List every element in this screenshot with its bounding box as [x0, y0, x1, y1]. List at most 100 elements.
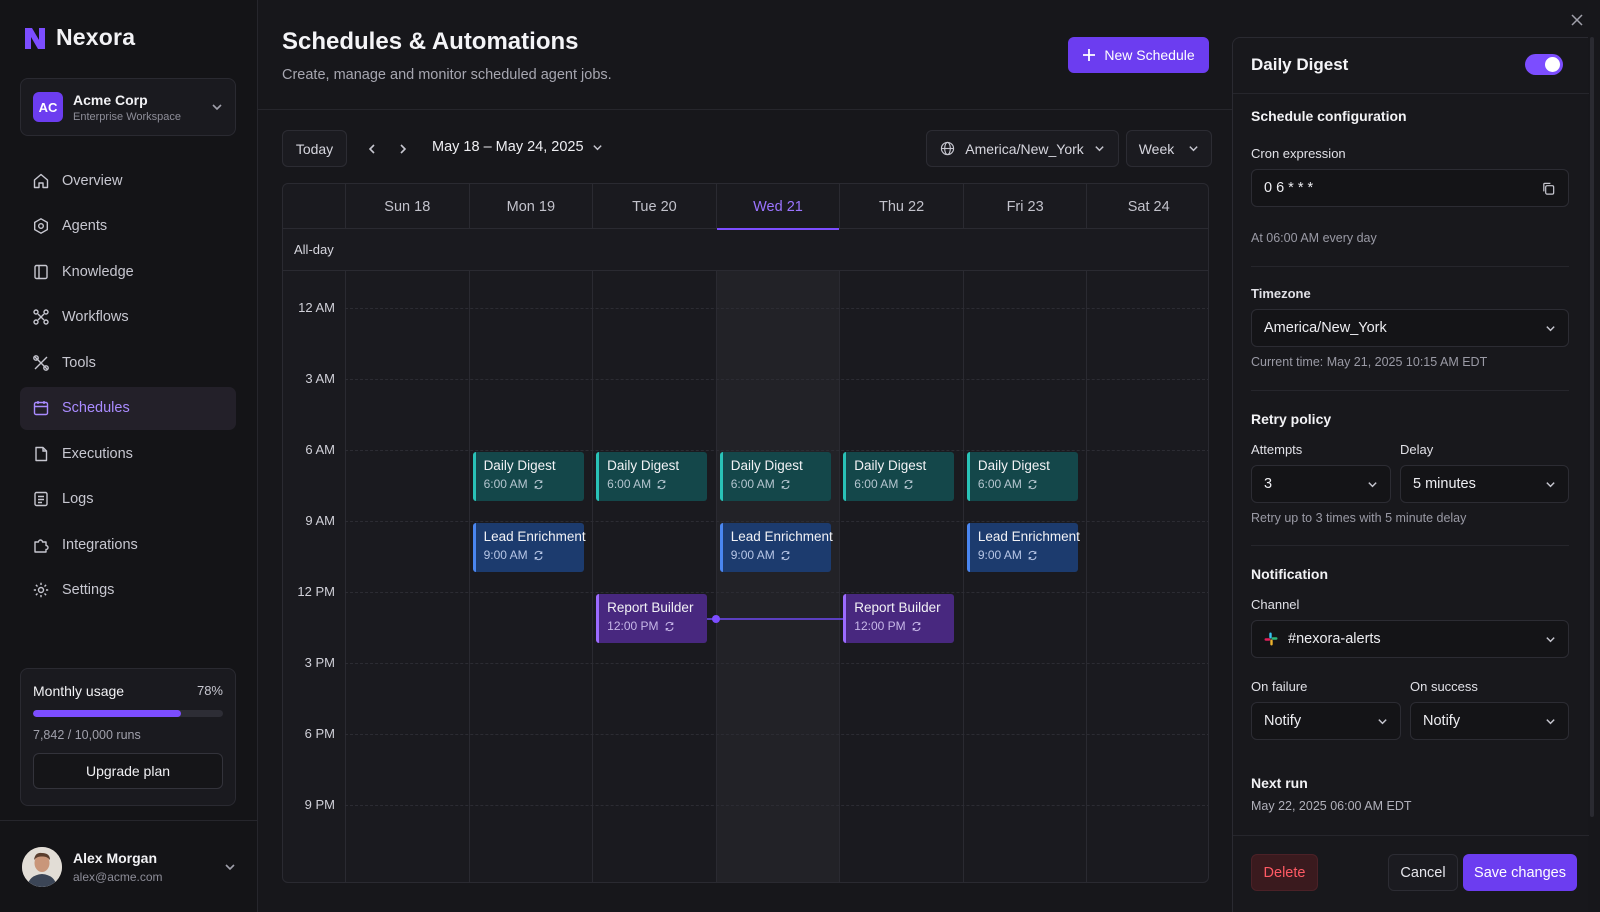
- event-title: Daily Digest: [854, 458, 927, 473]
- schedule-event[interactable]: Daily Digest 6:00 AM: [596, 452, 708, 501]
- user-menu[interactable]: Alex Morgan alex@acme.com: [0, 820, 258, 912]
- connector-dot: [711, 615, 720, 623]
- new-schedule-label: New Schedule: [1104, 47, 1195, 63]
- sidebar-item-label: Knowledge: [62, 263, 134, 280]
- sidebar-item-label: Settings: [62, 582, 115, 598]
- today-button[interactable]: Today: [282, 130, 347, 167]
- day-header[interactable]: Sun 18: [345, 184, 469, 229]
- day-column[interactable]: [715, 271, 840, 882]
- usage-percent: 78%: [196, 683, 223, 698]
- sidebar-item-overview[interactable]: Overview: [20, 159, 236, 202]
- divider: [1251, 390, 1569, 391]
- on-success-value: Notify: [1423, 713, 1461, 729]
- upgrade-plan-button[interactable]: Upgrade plan: [33, 753, 223, 789]
- timezone-value: America/New_York: [1264, 320, 1387, 336]
- tools-icon: [33, 354, 49, 371]
- event-time-label: 12:00 PM: [854, 619, 906, 633]
- day-header[interactable]: Wed 21: [715, 184, 840, 230]
- all-day-row[interactable]: All-day: [283, 229, 1208, 271]
- timezone-select[interactable]: America/New_York: [926, 130, 1119, 167]
- event-time: 9:00 AM: [978, 548, 1078, 562]
- schedule-event[interactable]: Lead Enrichment 9:00 AM: [472, 523, 586, 572]
- day-column[interactable]: [1086, 271, 1208, 882]
- date-range-picker[interactable]: May 18 – May 24, 2025: [432, 139, 603, 155]
- view-label: Week: [1138, 140, 1175, 157]
- cron-expression-input[interactable]: 0 6 * * *: [1251, 169, 1569, 207]
- delete-button[interactable]: Delete: [1251, 854, 1318, 891]
- sidebar-item-workflows[interactable]: Workflows: [20, 296, 236, 339]
- time-label: 3 AM: [305, 371, 335, 386]
- sidebar-item-logs[interactable]: Logs: [20, 478, 236, 521]
- timezone-select[interactable]: America/New_York: [1251, 309, 1569, 347]
- day-column[interactable]: [962, 271, 1087, 882]
- next-run-title: Next run: [1251, 775, 1308, 791]
- repeat-icon: [904, 479, 913, 489]
- save-changes-button[interactable]: Save changes: [1463, 854, 1577, 891]
- sidebar-item-agents[interactable]: Agents: [20, 205, 236, 248]
- next-week-button[interactable]: [393, 139, 413, 159]
- usage-progress-bar: [33, 710, 223, 717]
- channel-select[interactable]: #nexora-alerts: [1251, 620, 1569, 658]
- timezone-label: Timezone: [1251, 286, 1311, 301]
- day-header[interactable]: Thu 22: [839, 184, 963, 229]
- channel-value: #nexora-alerts: [1288, 631, 1381, 647]
- delay-select[interactable]: 5 minutes: [1400, 465, 1569, 503]
- view-select[interactable]: Week: [1126, 130, 1212, 167]
- day-header[interactable]: Mon 19: [468, 184, 593, 229]
- day-column[interactable]: [345, 271, 469, 882]
- calendar-day-headers: Sun 18 Mon 19 Tue 20 Wed 21 Thu 22 Fri 23 Sat …: [283, 184, 1208, 230]
- on-success-select[interactable]: Notify: [1410, 702, 1569, 740]
- attempts-select[interactable]: 3: [1251, 465, 1391, 503]
- avatar-image: [22, 846, 62, 887]
- workspace-switcher[interactable]: AC Acme Corp Enterprise Workspace: [20, 78, 236, 136]
- new-schedule-button[interactable]: New Schedule: [1068, 37, 1209, 73]
- schedule-event[interactable]: Report Builder 12:00 PM: [843, 594, 955, 643]
- sidebar-item-tools[interactable]: Tools: [20, 341, 236, 384]
- prev-week-button[interactable]: [362, 139, 382, 159]
- schedule-enabled-toggle[interactable]: [1525, 54, 1563, 75]
- schedule-event[interactable]: Report Builder 12:00 PM: [596, 594, 708, 643]
- on-success-label: On success: [1410, 679, 1478, 694]
- day-header[interactable]: Fri 23: [962, 184, 1087, 229]
- panel-scrollbar[interactable]: [1590, 37, 1594, 817]
- user-email: alex@acme.com: [73, 869, 163, 884]
- sidebar-item-label: Overview: [62, 172, 123, 189]
- user-name: Alex Morgan: [73, 849, 158, 866]
- schedule-event[interactable]: Lead Enrichment 9:00 AM: [719, 523, 833, 572]
- repeat-icon: [534, 550, 543, 560]
- schedule-event[interactable]: Daily Digest 6:00 AM: [719, 452, 831, 501]
- timezone-hint: Current time: May 21, 2025 10:15 AM EDT: [1251, 355, 1488, 369]
- close-icon[interactable]: [1569, 12, 1585, 28]
- logs-icon: [34, 491, 48, 507]
- hour-gridline: [345, 450, 1208, 451]
- on-failure-select[interactable]: Notify: [1251, 702, 1401, 740]
- sidebar-item-knowledge[interactable]: Knowledge: [20, 250, 236, 293]
- sidebar-item-integrations[interactable]: Integrations: [20, 523, 236, 566]
- schedule-event[interactable]: Lead Enrichment 9:00 AM: [966, 523, 1080, 572]
- brand[interactable]: Nexora: [22, 24, 135, 51]
- schedule-event[interactable]: Daily Digest 6:00 AM: [843, 452, 955, 501]
- schedule-event[interactable]: Daily Digest 6:00 AM: [966, 452, 1078, 501]
- copy-icon[interactable]: [1541, 181, 1556, 196]
- chevron-down-icon: [1546, 481, 1555, 487]
- event-time: 9:00 AM: [484, 548, 584, 562]
- sidebar-item-settings[interactable]: Settings: [20, 569, 236, 612]
- event-time-label: 12:00 PM: [607, 619, 659, 633]
- repeat-icon: [912, 621, 921, 631]
- day-header[interactable]: Sat 24: [1086, 184, 1208, 229]
- sidebar-item-executions[interactable]: Executions: [20, 432, 236, 475]
- sidebar: Nexora AC Acme Corp Enterprise Workspace…: [0, 0, 258, 912]
- document-icon: [35, 446, 48, 461]
- time-label: 6 PM: [304, 726, 335, 741]
- day-header[interactable]: Tue 20: [592, 184, 716, 229]
- puzzle-icon: [34, 538, 49, 553]
- day-column[interactable]: [839, 271, 963, 882]
- hour-gridline: [345, 379, 1208, 380]
- usage-card: Monthly usage 78% 7,842 / 10,000 runs Up…: [20, 668, 236, 806]
- day-column[interactable]: [468, 271, 593, 882]
- cancel-button[interactable]: Cancel: [1388, 854, 1458, 891]
- day-column[interactable]: [592, 271, 716, 882]
- on-failure-label: On failure: [1251, 679, 1308, 694]
- sidebar-item-schedules[interactable]: Schedules: [20, 386, 236, 430]
- schedule-event[interactable]: Daily Digest 6:00 AM: [472, 452, 584, 501]
